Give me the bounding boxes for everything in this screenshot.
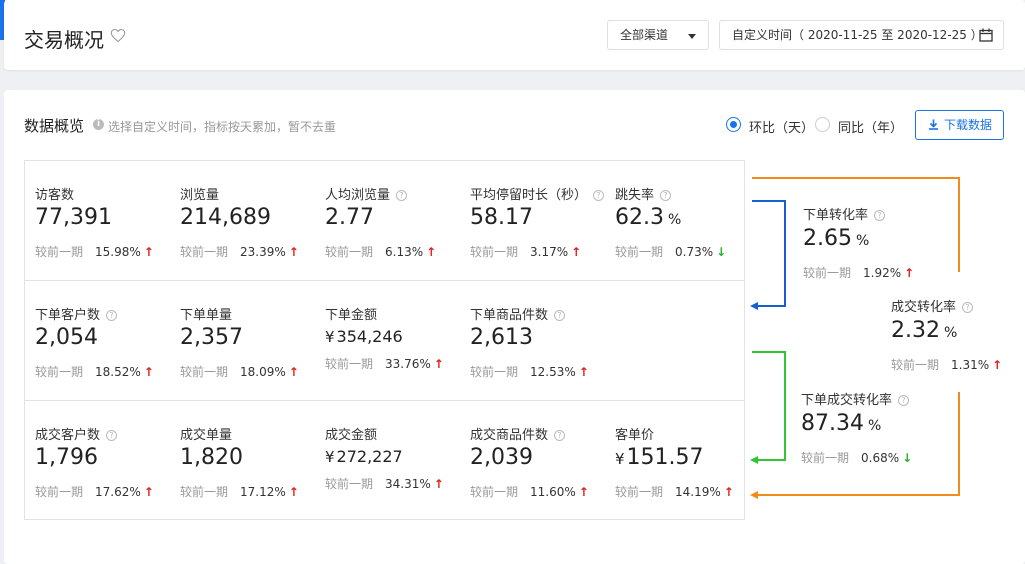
metric-value: 2.65% [803, 226, 870, 251]
heart-icon[interactable] [110, 28, 126, 43]
channel-select[interactable]: 全部渠道 [607, 20, 709, 50]
calendar-icon [979, 28, 993, 42]
metric-compare: 较前一期 1.92% ↑ [803, 266, 915, 280]
metric-value: 2.32% [891, 318, 958, 343]
date-range-value: 自定义时间（ 2020-11-25 至 2020-12-25 ） [732, 28, 983, 42]
metric-compare: 较前一期 0.68% ↓ [801, 451, 913, 465]
header-bar: 交易概况 全部渠道 自定义时间（ 2020-11-25 至 2020-12-25… [4, 0, 1025, 70]
page-title: 交易概况 [24, 28, 104, 52]
channel-select-value: 全部渠道 [620, 28, 669, 42]
trend-down-icon: ↓ [902, 451, 913, 465]
help-icon[interactable]: ? [962, 302, 974, 313]
trend-up-icon: ↑ [992, 358, 1003, 372]
chevron-down-icon [688, 34, 696, 39]
data-overview-panel: 数据概览 i 选择自定义时间，指标按天累加，暂不去重 环比（天） 同比（年） 下… [4, 90, 1025, 564]
conversion-flow-arrows [750, 177, 960, 499]
help-icon[interactable]: ? [874, 210, 886, 221]
metric-label: 下单转化率? [803, 204, 886, 223]
trend-up-icon: ↑ [904, 266, 915, 280]
date-range-picker[interactable]: 自定义时间（ 2020-11-25 至 2020-12-25 ） [719, 20, 1004, 50]
flow-blue-arrow [752, 200, 786, 307]
help-icon[interactable]: ? [898, 395, 910, 406]
metric-label: 下单成交转化率? [801, 389, 910, 408]
flow-green-arrow [752, 351, 786, 461]
flow-orange-top [752, 177, 960, 272]
metric-compare: 较前一期 1.31% ↑ [891, 358, 1003, 372]
metric-value: 87.34% [801, 411, 882, 436]
metric-label: 成交转化率? [891, 296, 974, 315]
